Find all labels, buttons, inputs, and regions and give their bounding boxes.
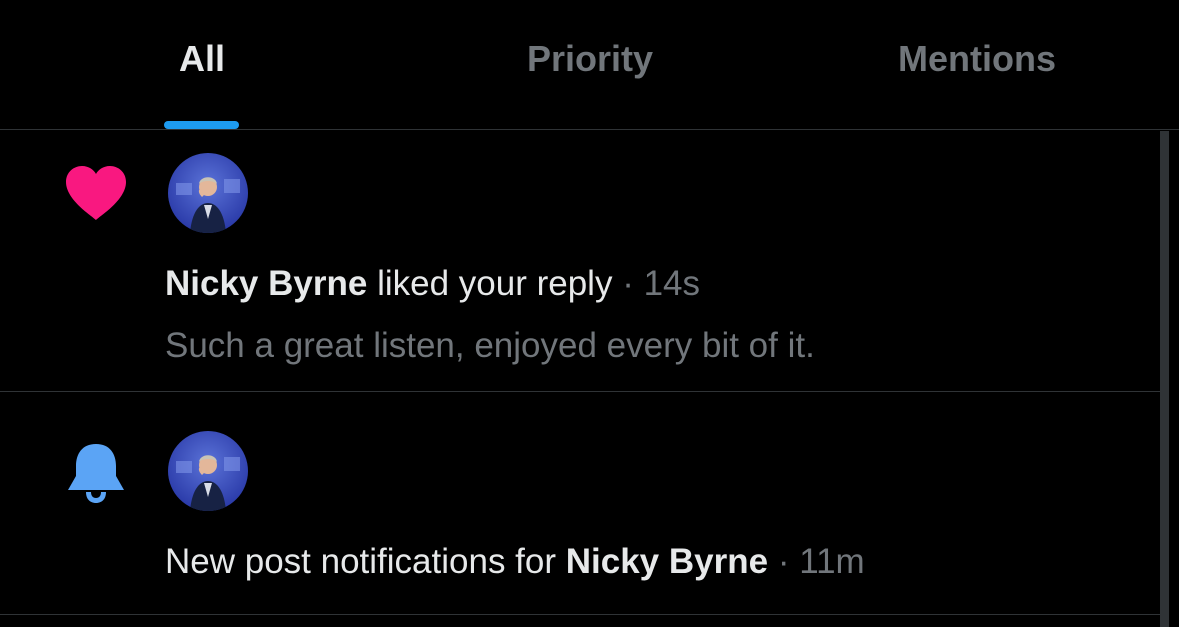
notifications-screen: All Priority Mentions Nicky Byrne liked … <box>0 0 1179 627</box>
notification-item[interactable]: New post notifications for Nicky Byrne ·… <box>0 392 1160 615</box>
heart-icon <box>66 166 126 220</box>
tab-mentions[interactable]: Mentions <box>860 38 1094 130</box>
notification-item[interactable]: Nicky Byrne liked your reply · 14s Such … <box>0 131 1160 392</box>
separator-dot: · <box>622 264 634 303</box>
scrollbar[interactable] <box>1160 131 1169 627</box>
timestamp: 14s <box>643 264 701 303</box>
separator-dot: · <box>777 542 790 581</box>
notification-text: New post notifications for Nicky Byrne ·… <box>165 540 865 584</box>
reply-snippet: Such a great listen, enjoyed every bit o… <box>165 326 815 365</box>
avatar[interactable] <box>168 431 248 511</box>
tab-priority[interactable]: Priority <box>470 38 710 130</box>
prefix-text: New post notifications for <box>165 542 557 581</box>
notification-tabs: All Priority Mentions <box>0 0 1179 130</box>
user-name-link[interactable]: Nicky Byrne <box>566 542 768 581</box>
bell-icon <box>68 444 124 503</box>
user-name-link[interactable]: Nicky Byrne <box>165 264 367 303</box>
avatar[interactable] <box>168 153 248 233</box>
tab-all[interactable]: All <box>140 38 264 130</box>
active-tab-indicator <box>164 121 239 129</box>
timestamp: 11m <box>799 542 865 581</box>
notification-text: Nicky Byrne liked your reply · 14s <box>165 262 700 306</box>
action-text: liked your reply <box>377 264 613 303</box>
